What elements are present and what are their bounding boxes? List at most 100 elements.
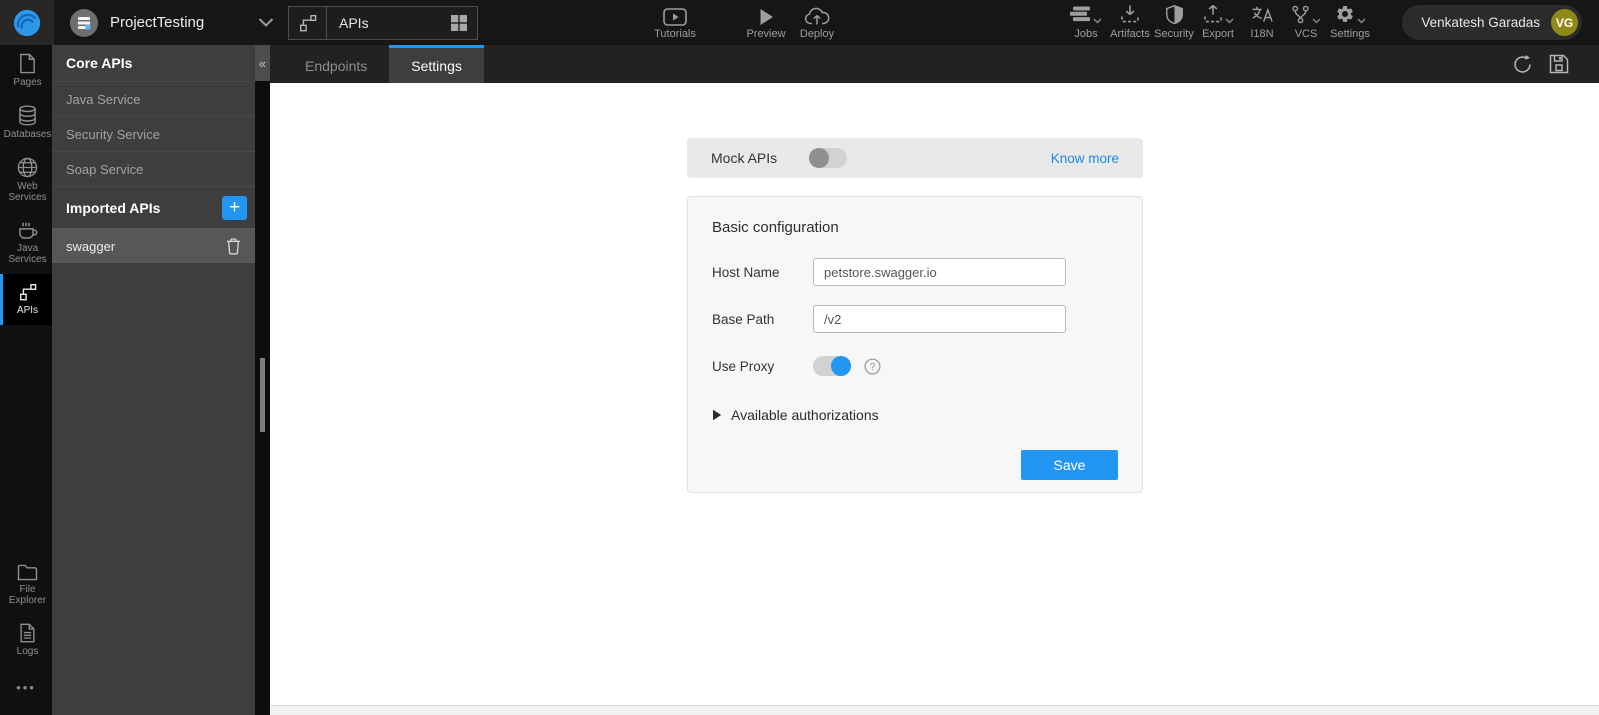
tutorials-button[interactable]: Tutorials <box>642 5 708 40</box>
tab-endpoints[interactable]: Endpoints <box>283 45 389 83</box>
rail-label: Logs <box>16 646 39 657</box>
use-proxy-row: Use Proxy ? <box>712 356 1118 376</box>
app-logo[interactable] <box>0 0 54 45</box>
apis-sidebar: Core APIs Java Service Security Service … <box>52 45 255 715</box>
sidebar-item-file-explorer[interactable]: File Explorer <box>0 556 52 615</box>
core-apis-title: Core APIs <box>66 55 133 71</box>
rail-label: Web Services <box>8 181 47 203</box>
security-button[interactable]: Security <box>1153 4 1195 40</box>
preview-button[interactable]: Preview <box>740 5 792 40</box>
security-label: Security <box>1154 28 1194 40</box>
toggle-knob <box>831 356 851 376</box>
jobs-button[interactable]: Jobs <box>1065 5 1107 40</box>
add-api-button[interactable]: + <box>222 195 247 220</box>
pages-icon <box>18 53 37 74</box>
settings-page: Mock APIs Know more Basic configuration … <box>270 83 1599 705</box>
chevron-down-icon <box>1093 18 1102 24</box>
settings-gear-icon <box>1335 4 1355 27</box>
help-icon[interactable]: ? <box>864 357 881 375</box>
sidebar-item-databases[interactable]: Databases <box>0 97 52 149</box>
know-more-link[interactable]: Know more <box>1051 151 1119 166</box>
artifacts-label: Artifacts <box>1110 28 1150 40</box>
basic-configuration-panel: Basic configuration Host Name Base Path … <box>687 196 1143 493</box>
horizontal-scrollbar[interactable] <box>270 705 1599 715</box>
expand-arrow-icon <box>712 409 722 421</box>
left-rail-bottom: File Explorer Logs ••• <box>0 556 52 715</box>
wavemaker-logo-icon <box>12 8 42 38</box>
more-options-icon[interactable]: ••• <box>0 666 52 715</box>
deploy-icon <box>804 5 830 26</box>
mock-apis-toggle[interactable] <box>809 148 848 168</box>
mock-apis-bar: Mock APIs Know more <box>687 138 1143 178</box>
refresh-icon[interactable] <box>1512 54 1533 75</box>
sidebar-scrollbar: « <box>255 45 270 715</box>
list-item-label: Java Service <box>66 91 141 107</box>
export-button[interactable]: Export <box>1197 4 1239 40</box>
api-node-icon <box>289 6 327 39</box>
list-item-swagger[interactable]: swagger <box>52 228 255 263</box>
artifacts-button[interactable]: Artifacts <box>1109 5 1151 40</box>
save-file-icon[interactable] <box>1549 54 1569 74</box>
java-services-icon <box>17 220 38 240</box>
host-name-field[interactable] <box>813 258 1066 286</box>
available-authorizations-toggle[interactable]: Available authorizations <box>712 407 1118 423</box>
vcs-icon <box>1291 5 1310 27</box>
chevron-down-icon <box>1225 18 1234 24</box>
web-services-icon <box>17 157 38 178</box>
left-rail: Pages Databases Web Services Java Servic… <box>0 45 52 715</box>
file-explorer-icon <box>17 564 38 581</box>
topbar-right-tools: Jobs Artifacts Security Export I18N VCS … <box>1064 0 1372 45</box>
tab-settings[interactable]: Settings <box>389 45 484 83</box>
use-proxy-toggle[interactable] <box>813 356 851 376</box>
project-selector[interactable]: ProjectTesting <box>70 8 282 37</box>
tab-label: Settings <box>411 57 462 74</box>
apis-icon <box>18 282 38 302</box>
toggle-knob <box>809 148 830 168</box>
top-bar: ProjectTesting APIs Tutorials Preview De… <box>0 0 1599 45</box>
export-label: Export <box>1202 28 1234 40</box>
rail-label: Pages <box>13 77 42 88</box>
jobs-label: Jobs <box>1074 28 1098 40</box>
grid-menu-icon[interactable] <box>450 14 468 32</box>
mock-apis-label: Mock APIs <box>711 150 778 166</box>
topbar-center-tools: Tutorials Preview Deploy <box>642 0 842 45</box>
sidebar-item-logs[interactable]: Logs <box>0 615 52 666</box>
avatar: VG <box>1551 9 1578 36</box>
i18n-button[interactable]: I18N <box>1241 5 1283 40</box>
svg-text:?: ? <box>870 362 876 373</box>
chevron-down-icon <box>1312 18 1321 24</box>
rail-label: File Explorer <box>8 584 47 606</box>
sidebar-item-web-services[interactable]: Web Services <box>0 149 52 212</box>
base-path-field[interactable] <box>813 305 1066 333</box>
list-item-java-service[interactable]: Java Service <box>52 81 255 116</box>
delete-icon[interactable] <box>226 237 241 255</box>
resource-switcher[interactable]: APIs <box>288 5 478 40</box>
tutorials-icon <box>663 5 687 26</box>
tutorials-label: Tutorials <box>654 28 696 40</box>
panel-title: Basic configuration <box>712 219 839 236</box>
host-name-label: Host Name <box>712 264 780 280</box>
collapse-sidebar-button[interactable]: « <box>255 45 270 81</box>
settings-label: Settings <box>1330 28 1370 40</box>
vcs-button[interactable]: VCS <box>1285 5 1327 40</box>
settings-label-group: VCS <box>1294 28 1318 40</box>
tab-actions <box>1512 45 1599 83</box>
core-apis-header: Core APIs <box>52 45 255 81</box>
deploy-button[interactable]: Deploy <box>792 5 842 40</box>
sidebar-item-apis[interactable]: APIs <box>0 274 52 325</box>
rail-label: Databases <box>3 129 52 140</box>
save-button[interactable]: Save <box>1021 450 1118 480</box>
base-path-label: Base Path <box>712 311 775 327</box>
list-item-soap-service[interactable]: Soap Service <box>52 151 255 186</box>
chevron-down-icon <box>258 18 274 27</box>
sidebar-item-java-services[interactable]: Java Services <box>0 212 52 274</box>
list-item-security-service[interactable]: Security Service <box>52 116 255 151</box>
i18n-label: I18N <box>1250 28 1274 40</box>
settings-button[interactable]: Settings <box>1329 5 1371 40</box>
tab-label: Endpoints <box>305 57 368 74</box>
user-menu[interactable]: Venkatesh Garadas VG <box>1402 5 1582 40</box>
scrollbar-thumb[interactable] <box>260 358 265 432</box>
list-item-label: swagger <box>66 238 116 254</box>
logs-icon <box>19 623 36 643</box>
sidebar-item-pages[interactable]: Pages <box>0 45 52 97</box>
